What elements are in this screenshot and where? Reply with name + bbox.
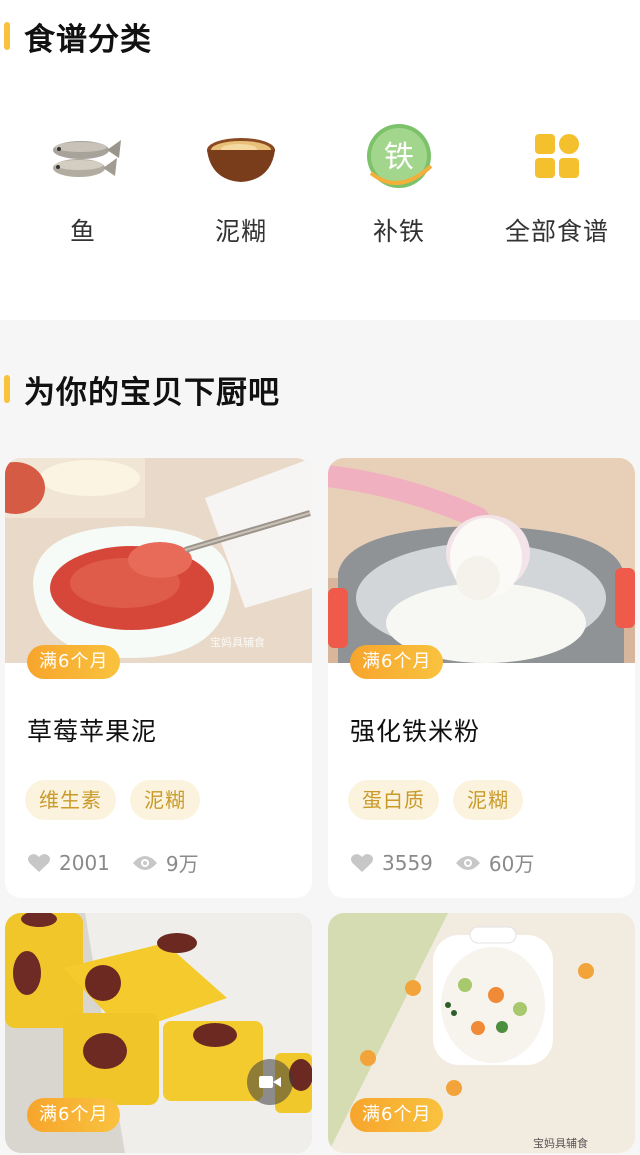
photo-watermark: 宝妈具辅食: [533, 1137, 588, 1150]
recipe-card[interactable]: 满6个月: [5, 913, 312, 1153]
category-section-title: 食谱分类: [0, 16, 152, 58]
recipe-card[interactable]: 满6个月 强化铁米粉 蛋白质 泥糊 3559 60万: [328, 458, 635, 898]
recipe-tag[interactable]: 蛋白质: [348, 780, 439, 820]
title-accent-bar: [4, 22, 10, 50]
age-badge: 满6个月: [350, 1098, 444, 1132]
category-iron[interactable]: 铁 补铁: [324, 118, 474, 248]
recipe-tags: 维生素 泥糊: [25, 780, 200, 820]
recipe-grid: 宝妈具辅食 满6个月 草莓苹果泥 维生素 泥糊 2001 9万 满6个月 强化铁…: [0, 455, 640, 1155]
iron-badge-icon: 铁: [359, 118, 439, 198]
grid-icon: [517, 118, 597, 198]
recipe-card[interactable]: 宝妈具辅食 满6个月 草莓苹果泥 维生素 泥糊 2001 9万: [5, 458, 312, 898]
age-badge: 满6个月: [27, 645, 121, 679]
recipe-tag[interactable]: 泥糊: [453, 780, 523, 820]
views-count: 60万: [488, 852, 535, 876]
video-play-button[interactable]: [247, 1059, 293, 1105]
category-title-text: 食谱分类: [24, 21, 152, 58]
eye-icon: [132, 855, 157, 870]
age-badge: 满6个月: [350, 645, 444, 679]
likes-stat[interactable]: 2001: [27, 851, 110, 875]
recipe-photo: 宝妈具辅食: [5, 458, 312, 663]
category-puree[interactable]: 泥糊: [166, 118, 316, 248]
recipe-title: 草莓苹果泥: [27, 717, 158, 746]
iron-badge-text: 铁: [384, 140, 414, 175]
category-label: 鱼: [69, 217, 96, 246]
views-stat: 9万: [132, 848, 199, 877]
category-fish[interactable]: 鱼: [8, 118, 158, 248]
title-accent-bar: [4, 375, 10, 403]
recipes-section-title: 为你的宝贝下厨吧: [0, 369, 280, 411]
heart-icon: [27, 853, 51, 872]
category-label: 泥糊: [214, 217, 267, 246]
likes-count: 2001: [59, 850, 110, 875]
recipe-stats: 3559 60万: [350, 848, 556, 877]
recipe-title: 强化铁米粉: [350, 717, 481, 746]
fish-icon: [43, 118, 123, 198]
recipe-tags: 蛋白质 泥糊: [348, 780, 523, 820]
category-label: 补铁: [372, 217, 425, 246]
category-label: 全部食谱: [504, 217, 609, 246]
recipe-card[interactable]: 宝妈具辅食 满6个月: [328, 913, 635, 1153]
photo-watermark: 宝妈具辅食: [210, 636, 265, 649]
recipe-photo: [328, 458, 635, 663]
age-badge: 满6个月: [27, 1098, 121, 1132]
heart-icon: [350, 853, 374, 872]
likes-count: 3559: [382, 850, 433, 875]
likes-stat[interactable]: 3559: [350, 851, 433, 875]
category-panel: 食谱分类 鱼 泥糊 铁 补铁 全部食谱: [0, 0, 640, 320]
bowl-icon: [201, 118, 281, 198]
category-all[interactable]: 全部食谱: [482, 118, 632, 248]
video-camera-icon: [259, 1076, 281, 1088]
recipe-tag[interactable]: 维生素: [25, 780, 116, 820]
eye-icon: [455, 855, 480, 870]
views-stat: 60万: [455, 848, 534, 877]
category-row: 鱼 泥糊 铁 补铁 全部食谱: [0, 118, 640, 248]
recipe-stats: 2001 9万: [27, 848, 221, 877]
recipe-tag[interactable]: 泥糊: [130, 780, 200, 820]
views-count: 9万: [165, 852, 199, 876]
recipes-title-text: 为你的宝贝下厨吧: [24, 374, 280, 411]
